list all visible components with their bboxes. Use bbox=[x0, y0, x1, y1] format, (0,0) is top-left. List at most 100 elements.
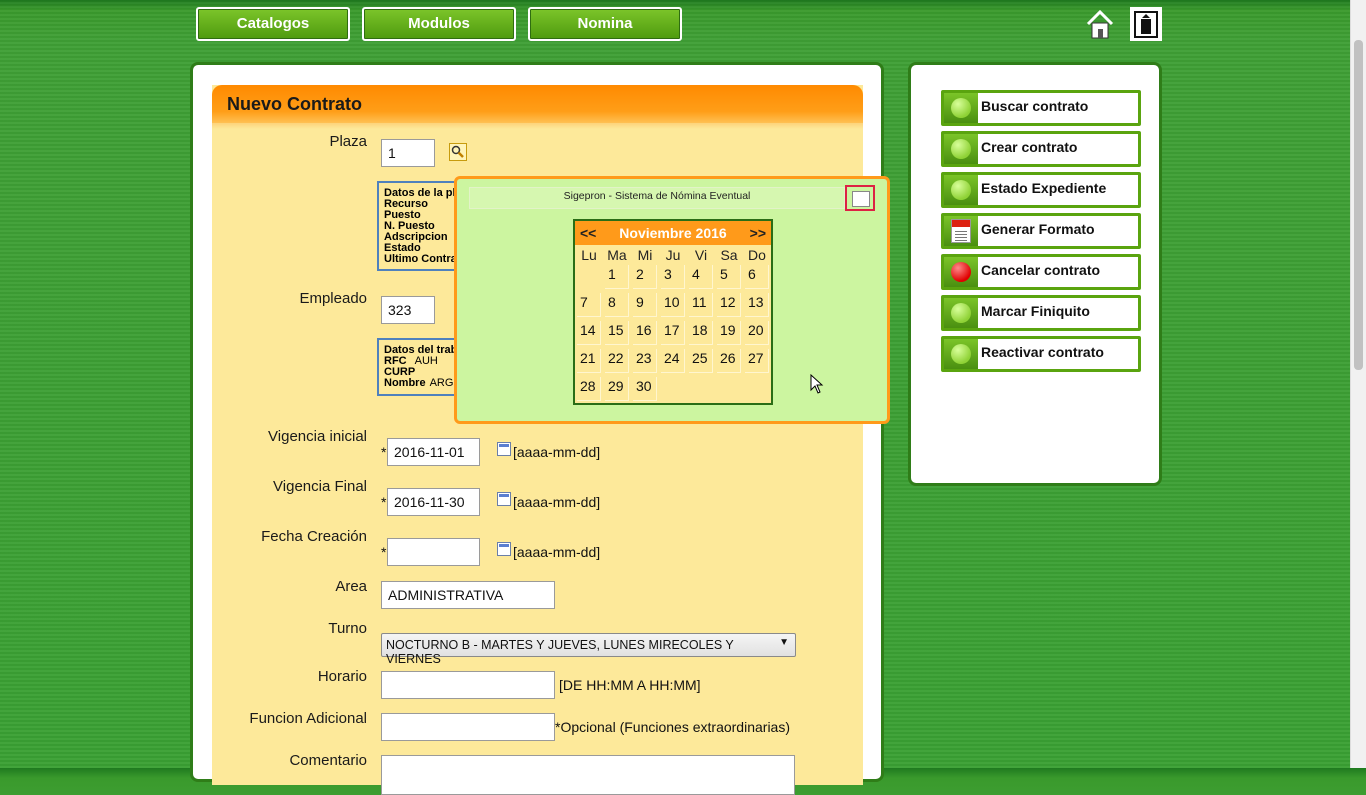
estado-expediente-button[interactable]: Estado Expediente bbox=[941, 172, 1141, 208]
plaza-label: Plaza bbox=[329, 133, 367, 150]
generar-formato-button[interactable]: Generar Formato bbox=[941, 213, 1141, 249]
calendar-day[interactable]: 14 bbox=[577, 321, 601, 345]
calendar-day[interactable]: 21 bbox=[577, 349, 601, 373]
generar-formato-label: Generar Formato bbox=[981, 221, 1095, 237]
cancelar-contrato-label: Cancelar contrato bbox=[981, 262, 1101, 278]
vigencia-final-input[interactable] bbox=[387, 488, 480, 516]
weekday-header: Vi bbox=[694, 247, 708, 263]
scrollbar[interactable] bbox=[1350, 0, 1366, 768]
funcion-input[interactable] bbox=[381, 713, 555, 741]
calendar-day[interactable]: 1 bbox=[605, 265, 629, 289]
reactivar-contrato-label: Reactivar contrato bbox=[981, 344, 1104, 360]
mouse-cursor-icon bbox=[810, 374, 824, 394]
calendar-day[interactable]: 15 bbox=[605, 321, 629, 345]
calendar-day[interactable]: 6 bbox=[745, 265, 769, 289]
plaza-input[interactable] bbox=[381, 139, 435, 167]
calendar-day[interactable]: 29 bbox=[605, 377, 629, 401]
icon-cell bbox=[944, 339, 978, 369]
marcar-finiquito-label: Marcar Finiquito bbox=[981, 303, 1090, 319]
calendar-day[interactable]: 7 bbox=[577, 293, 601, 317]
cancelar-contrato-button[interactable]: Cancelar contrato bbox=[941, 254, 1141, 290]
nav-modulos-button[interactable]: Modulos bbox=[362, 7, 516, 41]
calendar-day[interactable]: 2 bbox=[633, 265, 657, 289]
calendar-popup: Sigepron - Sistema de Nómina Eventual No… bbox=[454, 176, 890, 424]
green-dot-icon bbox=[951, 98, 971, 118]
calendar-day[interactable]: 13 bbox=[745, 293, 769, 317]
chevron-down-icon: ▼ bbox=[779, 637, 789, 648]
weekday-header: Sa bbox=[720, 247, 738, 263]
calendar-day[interactable]: 30 bbox=[633, 377, 657, 401]
calendar-day[interactable]: 5 bbox=[717, 265, 741, 289]
estado-expediente-label: Estado Expediente bbox=[981, 180, 1107, 196]
actions-panel: Buscar contrato Crear contrato Estado Ex… bbox=[908, 62, 1162, 486]
horario-label: Horario bbox=[317, 668, 367, 685]
calendar-day[interactable]: 3 bbox=[661, 265, 685, 289]
icon-cell bbox=[944, 175, 978, 205]
vigencia-final-label: Vigencia Final bbox=[273, 478, 367, 495]
calendar-grid: Noviembre 2016 << >> Lu Ma Mi Ju Vi Sa Do 1 2 3 4 5… bbox=[573, 219, 773, 405]
marcar-finiquito-button[interactable]: Marcar Finiquito bbox=[941, 295, 1141, 331]
buscar-contrato-button[interactable]: Buscar contrato bbox=[941, 90, 1141, 126]
next-month-button[interactable]: >> bbox=[750, 225, 766, 241]
weekday-header: Ma bbox=[607, 247, 627, 263]
prev-month-button[interactable]: << bbox=[580, 225, 596, 241]
vigencia-inicial-input[interactable] bbox=[387, 438, 480, 466]
crear-contrato-button[interactable]: Crear contrato bbox=[941, 131, 1141, 167]
scrollbar-thumb[interactable] bbox=[1354, 40, 1363, 370]
buscar-contrato-label: Buscar contrato bbox=[981, 98, 1089, 114]
comentario-textarea[interactable] bbox=[381, 755, 795, 795]
horario-input[interactable] bbox=[381, 671, 555, 699]
icon-cell bbox=[944, 298, 978, 328]
weekday-header: Do bbox=[748, 247, 766, 263]
green-dot-icon bbox=[951, 139, 971, 159]
calendar-icon[interactable] bbox=[497, 492, 511, 506]
calendar-day[interactable]: 12 bbox=[717, 293, 741, 317]
vigencia-inicial-hint: [aaaa-mm-dd] bbox=[513, 444, 601, 460]
fecha-creacion-input[interactable] bbox=[387, 538, 480, 566]
calendar-day[interactable]: 16 bbox=[633, 321, 657, 345]
home-icon[interactable] bbox=[1084, 7, 1116, 41]
calendar-day[interactable]: 22 bbox=[605, 349, 629, 373]
calendar-day[interactable]: 9 bbox=[633, 293, 657, 317]
calendar-day[interactable]: 10 bbox=[661, 293, 685, 317]
exit-icon[interactable] bbox=[1130, 7, 1162, 41]
calendar-day[interactable]: 19 bbox=[717, 321, 741, 345]
calendar-day[interactable]: 11 bbox=[689, 293, 713, 317]
calendar-icon[interactable] bbox=[497, 442, 511, 456]
turno-selected-value: NOCTURNO B - MARTES Y JUEVES, LUNES MIRE… bbox=[386, 638, 734, 666]
calendar-day[interactable]: 20 bbox=[745, 321, 769, 345]
calendar-day[interactable]: 23 bbox=[633, 349, 657, 373]
calendar-day[interactable]: 4 bbox=[689, 265, 713, 289]
close-icon[interactable] bbox=[845, 185, 875, 211]
calendar-day[interactable]: 17 bbox=[661, 321, 685, 345]
required-mark: * bbox=[381, 544, 387, 560]
calendar-day[interactable]: 27 bbox=[745, 349, 769, 373]
calendar-day[interactable]: 28 bbox=[577, 377, 601, 401]
required-mark: * bbox=[381, 494, 387, 510]
page-title: Nuevo Contrato bbox=[212, 85, 863, 129]
area-input[interactable] bbox=[381, 581, 555, 609]
icon-cell bbox=[944, 134, 978, 164]
calendar-day[interactable]: 25 bbox=[689, 349, 713, 373]
calendar-icon[interactable] bbox=[497, 542, 511, 556]
nombre-label: Nombre bbox=[384, 377, 426, 389]
required-mark: * bbox=[381, 444, 387, 460]
search-plaza-icon[interactable] bbox=[449, 143, 467, 161]
turno-select[interactable]: NOCTURNO B - MARTES Y JUEVES, LUNES MIRE… bbox=[381, 633, 796, 666]
calendar-day[interactable]: 26 bbox=[717, 349, 741, 373]
funcion-label: Funcion Adicional bbox=[249, 710, 367, 727]
comentario-label: Comentario bbox=[289, 752, 367, 769]
calendar-month-label: Noviembre 2016 bbox=[619, 225, 727, 241]
fecha-creacion-hint: [aaaa-mm-dd] bbox=[513, 544, 601, 560]
green-dot-icon bbox=[951, 180, 971, 200]
calendar-day[interactable]: 8 bbox=[605, 293, 629, 317]
calendar-day[interactable]: 18 bbox=[689, 321, 713, 345]
empleado-input[interactable] bbox=[381, 296, 435, 324]
green-dot-icon bbox=[951, 303, 971, 323]
nav-nomina-button[interactable]: Nomina bbox=[528, 7, 682, 41]
empleado-label: Empleado bbox=[299, 290, 367, 307]
nav-catalogos-button[interactable]: Catalogos bbox=[196, 7, 350, 41]
reactivar-contrato-button[interactable]: Reactivar contrato bbox=[941, 336, 1141, 372]
calendar-day[interactable]: 24 bbox=[661, 349, 685, 373]
door-icon bbox=[1134, 11, 1158, 38]
